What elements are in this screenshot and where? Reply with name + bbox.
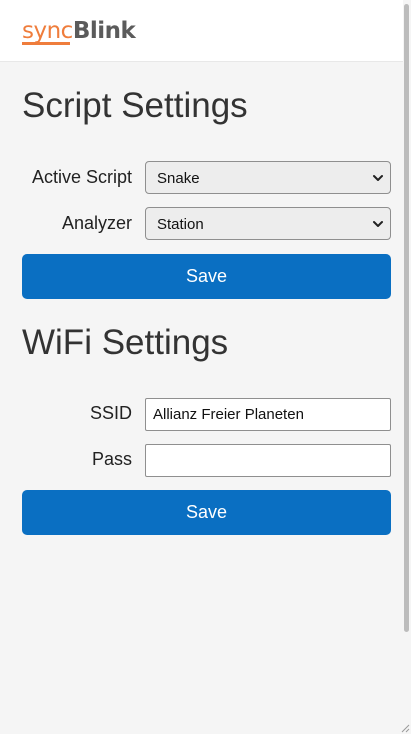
ssid-label: SSID <box>89 403 132 423</box>
vertical-scrollbar[interactable] <box>403 0 411 734</box>
syncblink-logo: syncBlink <box>22 18 136 48</box>
active-script-label: Active Script <box>31 167 132 187</box>
pass-label: Pass <box>91 449 132 469</box>
logo-underline <box>22 42 70 45</box>
analyzer-select[interactable]: Station <box>145 207 391 240</box>
analyzer-label: Analyzer <box>61 213 132 233</box>
wifi-settings-title: WiFi Settings <box>22 323 229 362</box>
script-save-button[interactable]: Save <box>22 254 391 299</box>
scrollbar-thumb[interactable] <box>404 4 409 632</box>
resize-grip-icon[interactable] <box>400 723 410 733</box>
app-header: syncBlink <box>0 0 403 62</box>
pass-input[interactable] <box>145 444 391 477</box>
logo-sync-text: sync <box>22 18 73 44</box>
logo-blink-text: Blink <box>72 18 136 44</box>
chevron-down-icon <box>373 221 383 227</box>
active-script-value: Snake <box>157 170 200 187</box>
active-script-select[interactable]: Snake <box>145 161 391 194</box>
chevron-down-icon <box>373 175 383 181</box>
wifi-save-button[interactable]: Save <box>22 490 391 535</box>
analyzer-value: Station <box>157 216 204 233</box>
script-settings-title: Script Settings <box>22 86 248 125</box>
ssid-input[interactable] <box>145 398 391 431</box>
